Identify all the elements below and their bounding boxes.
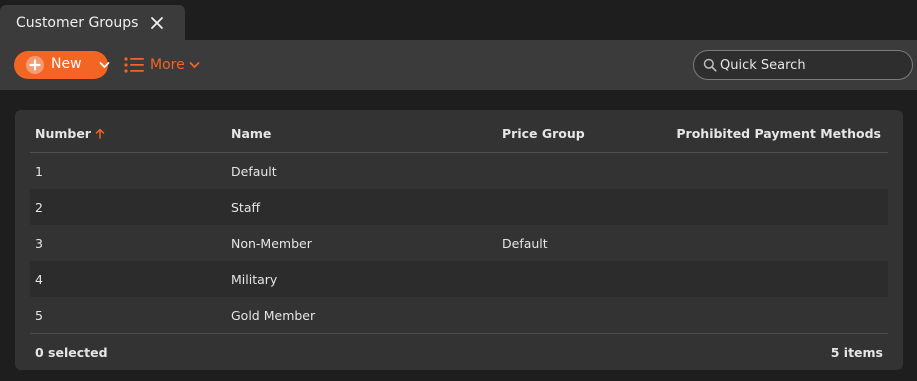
table-row[interactable]: 5 Gold Member xyxy=(30,297,888,333)
cell-name: Non-Member xyxy=(231,236,312,251)
footer-divider xyxy=(30,333,888,334)
selection-count: 0 selected xyxy=(35,345,108,360)
customer-groups-table: Number Name Price Group Prohibited Payme… xyxy=(15,110,903,370)
column-header-prohibited-payment-methods[interactable]: Prohibited Payment Methods xyxy=(676,126,881,141)
cell-name: Staff xyxy=(231,200,261,215)
more-button[interactable]: More xyxy=(124,53,204,77)
table-row[interactable]: 3 Non-Member Default xyxy=(30,225,888,261)
column-header-name[interactable]: Name xyxy=(231,126,271,141)
chevron-down-icon xyxy=(189,62,200,68)
cell-name: Military xyxy=(231,272,278,287)
new-button[interactable]: New xyxy=(14,51,110,79)
new-button-label: New xyxy=(51,56,82,72)
plus-circle-icon xyxy=(26,56,44,74)
cell-name: Default xyxy=(231,164,277,179)
sort-ascending-icon xyxy=(96,128,105,139)
list-icon xyxy=(124,57,144,73)
item-count: 5 items xyxy=(830,345,883,360)
column-header-label: Number xyxy=(35,126,91,141)
cell-number: 2 xyxy=(35,200,43,215)
search-input[interactable] xyxy=(720,55,905,75)
tab-customer-groups[interactable]: Customer Groups xyxy=(0,5,185,41)
table-row[interactable]: 1 Default xyxy=(30,153,888,189)
cell-price-group: Default xyxy=(502,236,548,251)
quick-search xyxy=(693,50,913,80)
search-icon xyxy=(703,58,717,72)
column-header-price-group[interactable]: Price Group xyxy=(502,126,585,141)
toolbar: New More xyxy=(0,40,917,90)
chevron-down-icon xyxy=(99,62,110,68)
cell-number: 4 xyxy=(35,272,43,287)
close-icon[interactable] xyxy=(149,15,165,31)
cell-number: 1 xyxy=(35,164,43,179)
column-header-number[interactable]: Number xyxy=(35,126,105,141)
more-button-label: More xyxy=(150,57,185,73)
cell-number: 5 xyxy=(35,308,43,323)
cell-name: Gold Member xyxy=(231,308,316,323)
table-row[interactable]: 4 Military xyxy=(30,261,888,297)
table-row[interactable]: 2 Staff xyxy=(30,189,888,225)
tab-bar: Customer Groups xyxy=(0,0,917,41)
tab-title: Customer Groups xyxy=(16,15,139,31)
cell-number: 3 xyxy=(35,236,43,251)
